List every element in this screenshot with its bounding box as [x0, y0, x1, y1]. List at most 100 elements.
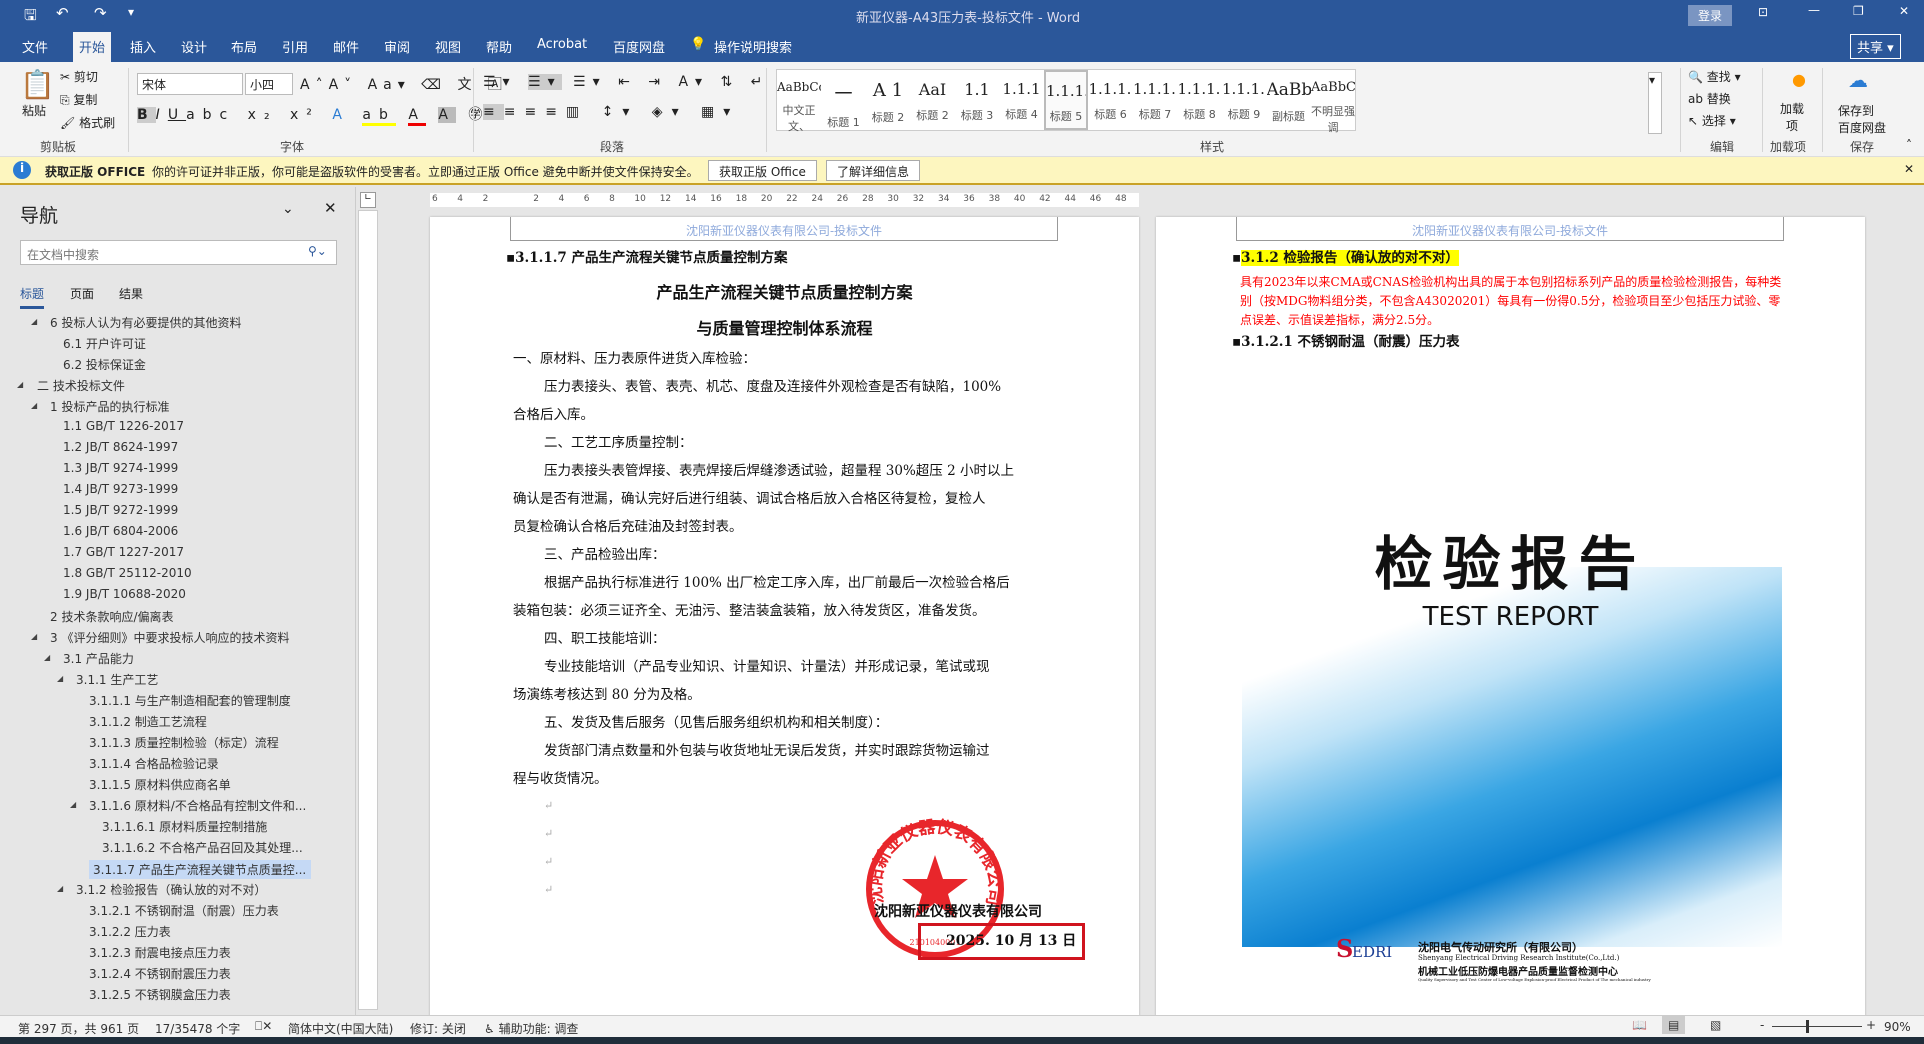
nav-heading-item[interactable]: 3.1.2.5 不锈钢膜盒压力表 [89, 986, 231, 1003]
list-buttons[interactable]: ☰▾ ☰▾ ☰▾ ⇤ ⇥ A▾ ⇅ ↵ [483, 74, 769, 90]
collapse-icon[interactable]: ◢ [57, 674, 63, 683]
learn-more-button[interactable]: 了解详细信息 [826, 160, 921, 181]
nav-heading-item[interactable]: 3.1.1.2 制造工艺流程 [89, 713, 207, 730]
nav-heading-item[interactable]: 6 投标人认为有必要提供的其他资料 [50, 314, 241, 331]
collapse-icon[interactable]: ◢ [31, 632, 37, 641]
tab-help[interactable]: 帮助 [486, 37, 512, 56]
copy-button[interactable]: ⎘ 复制 [60, 91, 97, 108]
addins-button[interactable]: 加载项 [1780, 100, 1804, 134]
tell-me-search[interactable]: 操作说明搜索 [714, 37, 792, 56]
style-4[interactable]: AaI 标题 2 [911, 70, 955, 130]
nav-heading-item[interactable]: 6.1 开户许可证 [63, 335, 146, 352]
ribbon-display-icon[interactable]: ⊡ [1758, 5, 1768, 19]
tab-home[interactable]: 开始 [73, 32, 112, 62]
nav-heading-item[interactable]: 1.5 JB/T 9272-1999 [63, 503, 178, 517]
nav-heading-item[interactable]: 1.4 JB/T 9273-1999 [63, 482, 178, 496]
zoom-slider[interactable] [1772, 1026, 1862, 1027]
style-7[interactable]: 1.1.1.1 标题 5 [1044, 70, 1088, 130]
collapse-ribbon-icon[interactable]: ˄ [1906, 138, 1912, 152]
nav-tab-results[interactable]: 结果 [119, 285, 143, 302]
font-tools[interactable]: A˄A˅ Aa▾ ⌫ 文 🄰 [300, 74, 508, 94]
styles-more-button[interactable]: ▾ [1648, 72, 1662, 134]
restore-button[interactable]: ❐ [1853, 4, 1864, 18]
tab-baidu-netdisk[interactable]: 百度网盘 [613, 37, 665, 56]
nav-tab-headings[interactable]: 标题 [20, 285, 45, 309]
share-button[interactable]: 共享 ▾ [1850, 34, 1901, 59]
login-button[interactable]: 登录 [1688, 5, 1733, 26]
tab-selector[interactable]: ∟ [360, 192, 376, 208]
nav-heading-item[interactable]: 3.1 产品能力 [63, 650, 134, 667]
style-3[interactable]: A 1 标题 2 [866, 70, 910, 130]
nav-heading-item[interactable]: 3.1.2.4 不锈钢耐震压力表 [89, 965, 231, 982]
font-size-select[interactable]: 小四 [245, 73, 293, 95]
accessibility-status[interactable]: ♿ 辅助功能: 调查 [484, 1020, 578, 1037]
styles-gallery[interactable]: AaBbCcDdI 中文正文、一标题 1 A 1 标题 2 AaI 标题 2 1.1 标题 3… [776, 69, 1356, 134]
tab-acrobat[interactable]: Acrobat [537, 37, 587, 52]
style-11[interactable]: 1.1.1.1 标题 9 [1222, 70, 1266, 130]
nav-heading-item[interactable]: 1.7 GB/T 1227-2017 [63, 545, 184, 559]
style-10[interactable]: 1.1.1.1 标题 8 [1178, 70, 1222, 130]
collapse-icon[interactable]: ◢ [17, 380, 23, 389]
nav-heading-item[interactable]: 3.1.2.2 压力表 [89, 923, 171, 940]
nav-tab-pages[interactable]: 页面 [70, 285, 94, 302]
nav-heading-item[interactable]: 3.1.1 生产工艺 [76, 671, 158, 688]
nav-heading-item[interactable]: 3.1.1.6.2 不合格产品召回及其处理... [102, 839, 303, 856]
zoom-slider-thumb[interactable] [1806, 1020, 1809, 1033]
nav-heading-item[interactable]: 1.3 JB/T 9274-1999 [63, 461, 178, 475]
style-1[interactable]: AaBbCcDdI 中文正文、 [777, 70, 821, 133]
zoom-in-button[interactable]: + [1866, 1018, 1876, 1032]
tab-references[interactable]: 引用 [282, 37, 308, 56]
nav-close-icon[interactable]: ✕ [324, 199, 337, 217]
paste-icon[interactable]: 📋 [20, 68, 55, 101]
page-count[interactable]: 第 297 页，共 961 页 [18, 1020, 139, 1037]
style-13[interactable]: AaBbCcD 不明显强调 [1311, 70, 1355, 134]
search-icon[interactable]: ⚲⌄ [308, 244, 327, 258]
tab-file[interactable]: 文件 [22, 37, 48, 56]
close-button[interactable]: ✕ [1899, 4, 1909, 18]
replace-button[interactable]: ab 替换 [1688, 90, 1731, 107]
style-2[interactable]: 一标题 1 [822, 70, 866, 130]
document-page-1[interactable]: 沈阳新亚仪器仪表有限公司-投标文件 ▪3.1.1.7 产品生产流程关键节点质量控… [430, 217, 1139, 1017]
document-page-2[interactable]: 沈阳新亚仪器仪表有限公司-投标文件 ▪3.1.2 检验报告（确认放的对不对） 具… [1156, 217, 1865, 1017]
nav-heading-item[interactable]: 3.1.1.7 产品生产流程关键节点质量控... [89, 860, 311, 879]
tab-layout[interactable]: 布局 [231, 37, 257, 56]
font-format-buttons[interactable]: BIUabc x₂ x² A ab A A ㊫ [137, 104, 490, 126]
nav-heading-item[interactable]: 1.8 GB/T 25112-2010 [63, 566, 192, 580]
style-12[interactable]: AaBbC 副标题 [1267, 70, 1311, 130]
tab-review[interactable]: 审阅 [384, 37, 410, 56]
nav-heading-item[interactable]: 3.1.1.6.1 原材料质量控制措施 [102, 818, 267, 835]
vertical-scrollbar[interactable] [1910, 210, 1924, 1015]
collapse-icon[interactable]: ◢ [70, 800, 76, 809]
save-icon[interactable]: 🖫 [24, 5, 37, 30]
nav-heading-item[interactable]: 1.2 JB/T 8624-1997 [63, 440, 178, 454]
nav-heading-item[interactable]: 3.1.1.5 原材料供应商名单 [89, 776, 231, 793]
select-button[interactable]: ↖ 选择 ▾ [1688, 112, 1736, 129]
alignment-buttons[interactable]: ≡≡≡≡▥ ↕▾ ◈▾ ▦▾ [483, 104, 739, 120]
nav-heading-item[interactable]: 二 技术投标文件 [37, 377, 125, 394]
tab-design[interactable]: 设计 [181, 37, 207, 56]
get-genuine-office-button[interactable]: 获取正版 Office [708, 160, 817, 181]
proofing-icon[interactable]: ⎕✕ [255, 1019, 272, 1034]
tab-mailings[interactable]: 邮件 [333, 37, 359, 56]
redo-icon[interactable]: ↷ [94, 4, 107, 22]
format-painter-button[interactable]: 🖌 格式刷 [60, 114, 115, 131]
word-count[interactable]: 17/35478 个字 [155, 1020, 240, 1037]
cut-button[interactable]: ✂ 剪切 [60, 68, 98, 85]
horizontal-ruler[interactable]: 6 4 2 2 4 6 8 10 12 14 16 18 20 22 24 26 28 30 32 34 36 38 40 4… [430, 190, 1924, 210]
nav-heading-item[interactable]: 1.1 GB/T 1226-2017 [63, 419, 184, 433]
minimize-button[interactable]: — [1808, 3, 1820, 17]
track-changes-status[interactable]: 修订: 关闭 [410, 1020, 466, 1037]
web-layout-icon[interactable]: ▧ [1710, 1018, 1721, 1032]
style-6[interactable]: 1.1.1 标题 4 [1000, 70, 1044, 130]
nav-search-input[interactable]: 在文档中搜索 ⚲⌄ [20, 240, 337, 265]
collapse-icon[interactable]: ◢ [57, 884, 63, 893]
tab-view[interactable]: 视图 [435, 37, 461, 56]
nav-heading-item[interactable]: 2 技术条款响应/偏离表 [50, 608, 174, 625]
collapse-icon[interactable]: ◢ [31, 317, 37, 326]
nav-heading-item[interactable]: 3.1.2.1 不锈钢耐温（耐震）压力表 [89, 902, 279, 919]
nav-heading-item[interactable]: 1.9 JB/T 10688-2020 [63, 587, 186, 601]
nav-heading-item[interactable]: 3.1.1.4 合格品检验记录 [89, 755, 219, 772]
paste-button[interactable]: 粘贴 [22, 102, 46, 119]
save-to-baidu-button[interactable]: 保存到 百度网盘 [1838, 102, 1886, 136]
nav-heading-item[interactable]: 3.1.2.3 耐震电接点压力表 [89, 944, 231, 961]
